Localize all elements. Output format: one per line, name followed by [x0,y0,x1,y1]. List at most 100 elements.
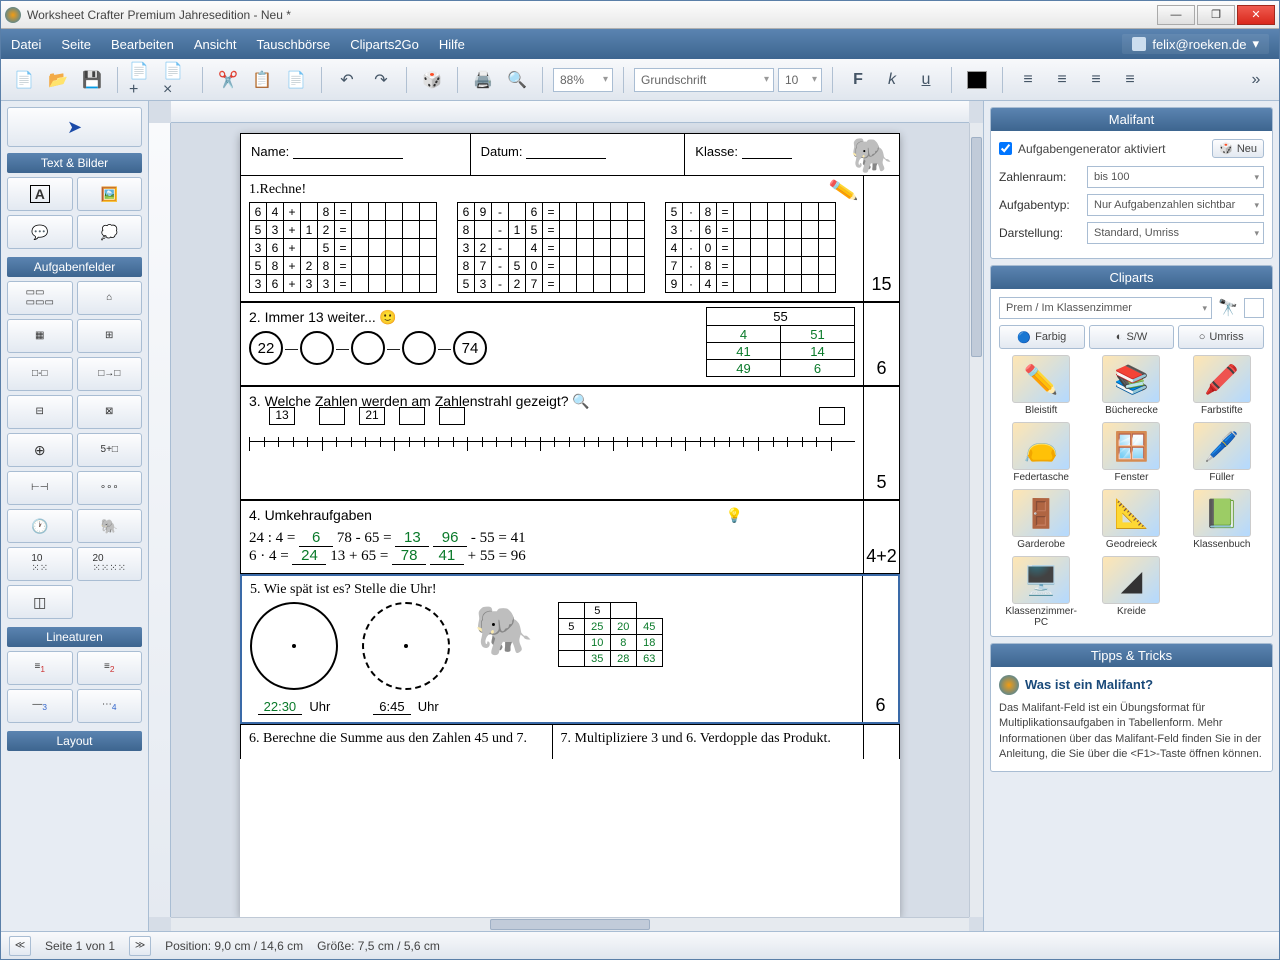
maximize-button[interactable]: ❐ [1197,5,1235,25]
dots20-tool[interactable]: 20⁙⁙⁙⁙ [77,547,143,581]
darstellung-select[interactable]: Standard, Umriss [1087,222,1264,244]
clipart-color-box[interactable] [1244,298,1264,318]
paste-button[interactable]: 📄 [281,65,311,95]
binoculars-icon[interactable]: 🔭 [1218,298,1238,318]
menu-ansicht[interactable]: Ansicht [194,37,237,52]
cut-button[interactable]: ✂️ [213,65,243,95]
bricks-tool[interactable]: ▭▭▭▭▭ [7,281,73,315]
shapes-tool[interactable]: ◫ [7,585,73,619]
clock-tool[interactable]: 🕐 [7,509,73,543]
math-grid: 64+8=53+12=36+5=58+28=36+33=69-6=8-15=32… [249,202,855,293]
clipart-item[interactable]: 🖊️Füller [1180,422,1264,483]
clipart-item[interactable]: 📚Bücherecke [1089,355,1173,416]
position-indicator: Position: 9,0 cm / 14,6 cm [165,939,303,953]
zahlenraum-select[interactable]: bis 100 [1087,166,1264,188]
menu-hilfe[interactable]: Hilfe [439,37,465,52]
thought-bubble-tool[interactable]: 💭 [77,215,143,249]
toolbar-overflow-button[interactable]: » [1241,65,1271,95]
clipart-item[interactable]: 🖥️Klassenzimmer-PC [999,556,1083,628]
menu-seite[interactable]: Seite [61,37,91,52]
generator-checkbox[interactable] [999,142,1012,155]
clipart-item[interactable]: 🚪Garderobe [999,489,1083,550]
dice-button[interactable]: 🎲 [417,65,447,95]
lineatur2-tool[interactable]: ≡2 [77,651,143,685]
speech-bubble-tool[interactable]: 💬 [7,215,73,249]
clipart-item[interactable]: ✏️Bleistift [999,355,1083,416]
bold-button[interactable]: F [843,65,873,95]
page-prev-button[interactable]: ≪ [9,936,31,956]
lineatur3-tool[interactable]: —3 [7,689,73,723]
page-next-button[interactable]: ≫ [129,936,151,956]
preview-button[interactable]: 🔍 [502,65,532,95]
clipart-item[interactable]: 🖍️Farbstifte [1180,355,1264,416]
remove-page-button[interactable]: 📄× [162,65,192,95]
umriss-button[interactable]: ○Umriss [1178,325,1264,349]
underline-button[interactable]: u [911,65,941,95]
malifant-field-tool[interactable]: 🐘 [77,509,143,543]
chain-tool[interactable]: □-□ [7,357,73,391]
new-button[interactable]: 📄 [9,65,39,95]
menu-tauschboerse[interactable]: Tauschbörse [257,37,331,52]
chain2-tool[interactable]: □→□ [77,357,143,391]
menu-datei[interactable]: Datei [11,37,41,52]
fontsize-select[interactable]: 10 [778,68,822,92]
clipart-item[interactable]: 📐Geodreieck [1089,489,1173,550]
aufgabentyp-select[interactable]: Nur Aufgabenzahlen sichtbar [1087,194,1264,216]
copy-button[interactable]: 📋 [247,65,277,95]
name-label: Name: [251,144,289,159]
align-left-button[interactable]: ≡ [1013,65,1043,95]
app-icon [5,7,21,23]
pointer-tool[interactable]: ➤ [7,107,142,147]
neu-button[interactable]: 🎲Neu [1212,139,1264,158]
sw-button[interactable]: ◐S/W [1089,325,1175,349]
dots10-tool[interactable]: 10⁙⁙ [7,547,73,581]
open-button[interactable]: 📂 [43,65,73,95]
clipart-item[interactable]: 📗Klassenbuch [1180,489,1264,550]
minimize-button[interactable]: — [1157,5,1195,25]
worksheet-page[interactable]: Name: Datum: Klasse: 🐘 1.Rechne! ✏️ 64+8… [240,133,900,917]
align-center-button[interactable]: ≡ [1047,65,1077,95]
field-tool[interactable]: ⊞ [77,319,143,353]
lineatur1-tool[interactable]: ≡1 [7,651,73,685]
close-button[interactable]: ✕ [1237,5,1275,25]
house-tool[interactable]: ⌂ [77,281,143,315]
ruler-tool[interactable]: ⊢⊣ [7,471,73,505]
print-button[interactable]: 🖨️ [468,65,498,95]
compass-tool[interactable]: ⊕ [7,433,73,467]
clipart-category-select[interactable]: Prem / Im Klassenzimmer [999,297,1212,319]
tree-tool[interactable]: ⊟ [7,395,73,429]
align-justify-button[interactable]: ≡ [1115,65,1145,95]
ruler-vertical [149,123,171,917]
clock-1 [250,602,338,690]
redo-button[interactable]: ↷ [366,65,396,95]
menu-bearbeiten[interactable]: Bearbeiten [111,37,174,52]
menu-cliparts2go[interactable]: Cliparts2Go [350,37,419,52]
color-button[interactable] [962,65,992,95]
italic-button[interactable]: k [877,65,907,95]
cursor-icon: ➤ [67,117,82,138]
user-box[interactable]: felix@roeken.de ▾ [1122,34,1269,54]
farbig-button[interactable]: 🔵Farbig [999,325,1085,349]
text-tool[interactable]: A [7,177,73,211]
clipart-item[interactable]: ◢Kreide [1089,556,1173,628]
scrollbar-vertical[interactable] [969,123,983,917]
save-button[interactable]: 💾 [77,65,107,95]
tree2-tool[interactable]: ⊠ [77,395,143,429]
grid-tool[interactable]: ▦ [7,319,73,353]
lineatur4-tool[interactable]: ⋯4 [77,689,143,723]
add-page-button[interactable]: 📄+ [128,65,158,95]
undo-button[interactable]: ↶ [332,65,362,95]
clock-2 [362,602,450,690]
user-icon [1132,37,1146,51]
align-right-button[interactable]: ≡ [1081,65,1111,95]
clipart-item[interactable]: 🪟Fenster [1089,422,1173,483]
clipart-item[interactable]: 👝Federtasche [999,422,1083,483]
beads-tool[interactable]: ∘∘∘ [77,471,143,505]
zoom-select[interactable]: 88% [553,68,613,92]
image-tool[interactable]: 🖼️ [77,177,143,211]
q5-label: 5. Wie spät ist es? Stelle die Uhr! [250,582,854,598]
pts3: 5 [863,387,899,499]
scrollbar-horizontal[interactable] [171,917,969,931]
font-select[interactable]: Grundschrift [634,68,774,92]
expr-tool[interactable]: 5+□ [77,433,143,467]
